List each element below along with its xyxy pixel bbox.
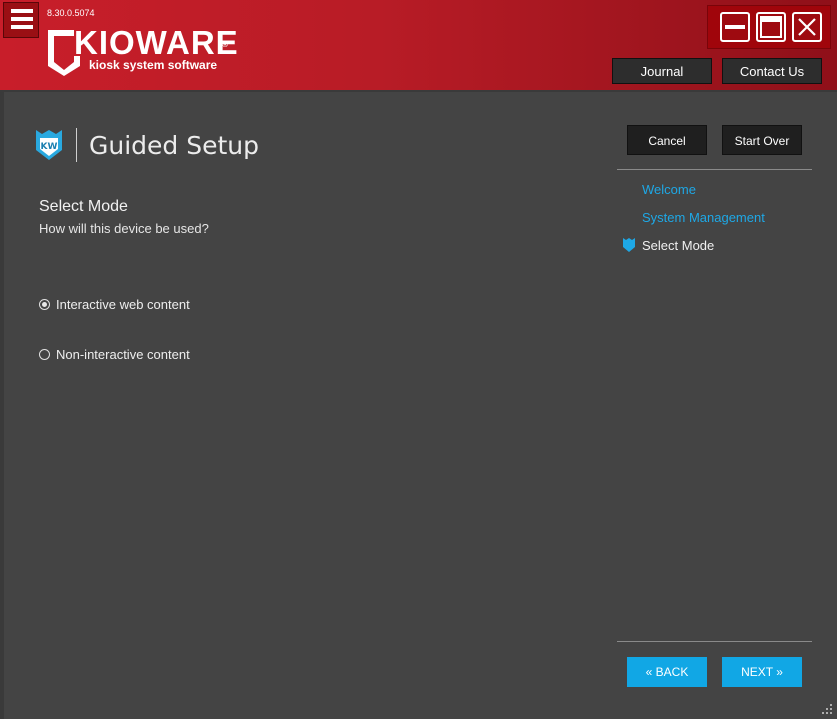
option-non-interactive-label: Non-interactive content	[56, 347, 190, 362]
menu-button[interactable]	[3, 2, 39, 38]
logo-tagline: kiosk system software	[89, 58, 218, 72]
section-subtitle: How will this device be used?	[39, 221, 209, 236]
page-title: Guided Setup	[89, 131, 259, 160]
svg-text:KW: KW	[41, 142, 58, 152]
cancel-button[interactable]: Cancel	[627, 125, 707, 155]
start-over-button[interactable]: Start Over	[722, 125, 802, 155]
option-interactive-label: Interactive web content	[56, 297, 190, 312]
back-button[interactable]: « BACK	[627, 657, 707, 687]
next-button[interactable]: NEXT »	[722, 657, 802, 687]
resize-grip-icon[interactable]	[821, 703, 833, 715]
option-interactive[interactable]: Interactive web content	[39, 297, 239, 315]
window-controls	[707, 5, 831, 49]
logo-wordmark: KIOWARE	[74, 24, 239, 61]
option-non-interactive[interactable]: Non-interactive content	[39, 347, 239, 365]
close-icon	[798, 18, 816, 36]
journal-button[interactable]: Journal	[612, 58, 712, 84]
minimize-button[interactable]	[720, 12, 750, 42]
maximize-icon	[760, 16, 782, 38]
minimize-icon	[725, 25, 745, 29]
step-welcome[interactable]: Welcome	[642, 182, 696, 197]
steps-top-divider	[617, 169, 812, 170]
version-label: 8.30.0.5074	[47, 8, 95, 18]
shield-marker-icon	[623, 238, 635, 252]
title-separator	[76, 128, 77, 162]
step-select-mode: Select Mode	[642, 238, 715, 253]
radio-non-interactive[interactable]	[39, 349, 50, 360]
steps-bottom-divider	[617, 641, 812, 642]
section-title: Select Mode	[39, 198, 128, 215]
kioware-logo: KIOWARE ® kiosk system software	[44, 26, 238, 76]
logo-registered: ®	[221, 40, 229, 49]
contact-us-button[interactable]: Contact Us	[722, 58, 822, 84]
window-left-edge	[0, 92, 4, 719]
step-system-management[interactable]: System Management	[642, 210, 765, 225]
kw-shield-icon: KW	[36, 130, 62, 160]
radio-interactive[interactable]	[39, 299, 50, 310]
maximize-button[interactable]	[756, 12, 786, 42]
app-header: 8.30.0.5074 KIOWARE ® kiosk system softw…	[0, 0, 837, 92]
close-button[interactable]	[792, 12, 822, 42]
